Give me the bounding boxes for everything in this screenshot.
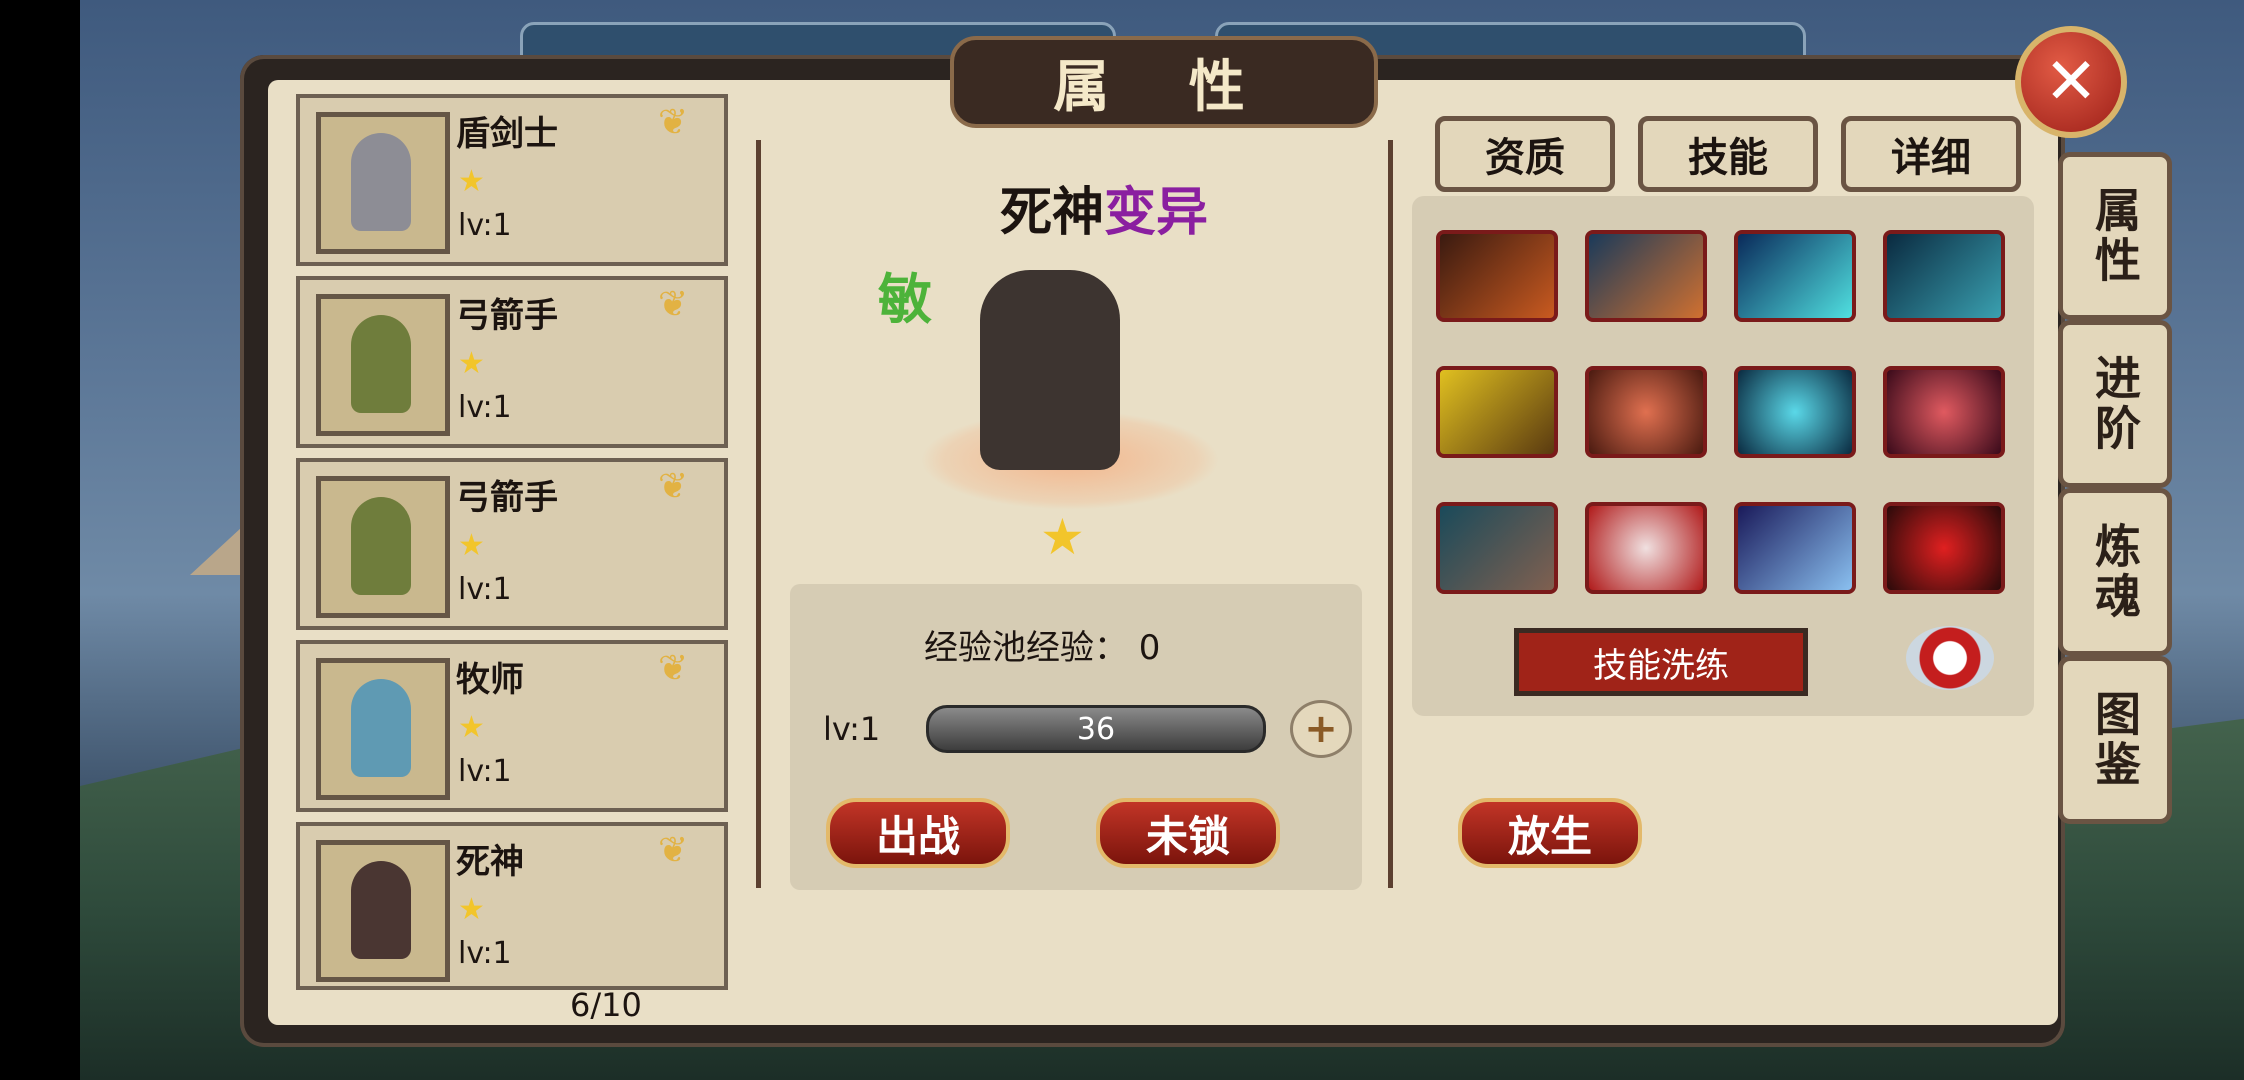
priest-icon	[351, 679, 411, 777]
star-icon: ★	[1040, 508, 1085, 566]
exp-bar: 36	[926, 705, 1266, 753]
close-button[interactable]: ✕	[2015, 26, 2127, 138]
fist-strike-icon[interactable]	[1436, 230, 1558, 322]
roster-card[interactable]: 牧师 ★ lv:1 ❦	[296, 640, 728, 812]
roster-card[interactable]: 盾剑士 ★ lv:1 ❦	[296, 94, 728, 266]
reaper-icon	[351, 861, 411, 959]
info-button[interactable]: !	[1906, 626, 1994, 690]
release-button[interactable]: 放生	[1458, 798, 1642, 868]
hero-attribute: 敏	[878, 268, 932, 331]
roster-name: 死神	[456, 842, 524, 882]
corner-ornament-icon: ❦	[658, 648, 689, 689]
tab-details[interactable]: 详细	[1841, 116, 2021, 192]
tab-skills[interactable]: 技能	[1638, 116, 1818, 192]
roster-count: 6/10	[570, 986, 642, 1024]
roster-level: lv:1	[458, 572, 512, 607]
star-icon: ★	[458, 164, 485, 199]
hero-title: 死神变异	[1000, 170, 1208, 245]
archer-icon	[351, 315, 411, 413]
reaper-icon	[980, 270, 1120, 470]
corner-ornament-icon: ❦	[658, 284, 689, 325]
blade-slash-icon[interactable]	[1734, 230, 1856, 322]
roster-card[interactable]: 死神 ★ lv:1 ❦	[296, 822, 728, 990]
star-icon: ★	[458, 528, 485, 563]
roster-name: 弓箭手	[456, 478, 558, 518]
phantom-strike-icon[interactable]	[1436, 502, 1558, 594]
piercing-fist-icon[interactable]	[1585, 230, 1707, 322]
tab-codex[interactable]: 图鉴	[2058, 656, 2172, 824]
cyan-beast-icon[interactable]	[1883, 230, 2005, 322]
hero-portrait	[316, 476, 450, 618]
star-icon: ★	[458, 346, 485, 381]
blood-drop-icon[interactable]	[1883, 502, 2005, 594]
roster-level: lv:1	[458, 208, 512, 243]
archer-icon	[351, 497, 411, 595]
roster-level: lv:1	[458, 390, 512, 425]
roster-card[interactable]: 弓箭手 ★ lv:1 ❦	[296, 458, 728, 630]
star-icon: ★	[458, 710, 485, 745]
hero-portrait	[316, 112, 450, 254]
hero-name: 死神	[1000, 183, 1105, 243]
plus-icon: +	[1304, 706, 1338, 752]
window-title-plate: 属 性	[950, 36, 1378, 128]
divider-left	[756, 140, 761, 888]
add-exp-button[interactable]: +	[1290, 700, 1352, 758]
hero-level: lv:1	[823, 710, 881, 748]
red-shield-icon[interactable]	[1585, 366, 1707, 458]
roster-card[interactable]: 弓箭手 ★ lv:1 ❦	[296, 276, 728, 448]
exclamation-icon: !	[1941, 637, 1959, 679]
exp-pool-text: 经验池经验： 0	[924, 628, 1161, 668]
lock-button[interactable]: 未锁	[1096, 798, 1280, 868]
window-title: 属 性	[1053, 54, 1275, 120]
arrow-pierce-icon[interactable]	[1734, 502, 1856, 594]
deploy-button[interactable]: 出战	[826, 798, 1010, 868]
roster-level: lv:1	[458, 936, 512, 971]
corner-ornament-icon: ❦	[658, 830, 689, 871]
tab-advance[interactable]: 进阶	[2058, 320, 2172, 488]
exp-bar-value: 36	[1076, 711, 1116, 747]
bite-icon[interactable]	[1585, 502, 1707, 594]
star-icon: ★	[458, 892, 485, 927]
hero-portrait	[316, 294, 450, 436]
roster-name: 盾剑士	[456, 114, 558, 154]
tab-attributes[interactable]: 属性	[2058, 152, 2172, 320]
hero-variant: 变异	[1104, 183, 1209, 243]
corner-ornament-icon: ❦	[658, 466, 689, 507]
divider-right	[1388, 140, 1393, 888]
crescent-moon-icon[interactable]	[1734, 366, 1856, 458]
lightning-dash-icon[interactable]	[1436, 366, 1558, 458]
roster-name: 牧师	[456, 660, 524, 700]
hero-portrait	[316, 658, 450, 800]
skill-wash-button[interactable]: 技能洗练	[1514, 628, 1808, 696]
tab-soul-refine[interactable]: 炼魂	[2058, 488, 2172, 656]
hero-portrait	[316, 840, 450, 982]
roster-level: lv:1	[458, 754, 512, 789]
shield-swordsman-icon	[351, 133, 411, 231]
roster-name: 弓箭手	[456, 296, 558, 336]
close-icon: ✕	[2044, 45, 2098, 119]
tab-aptitude[interactable]: 资质	[1435, 116, 1615, 192]
red-vortex-icon[interactable]	[1883, 366, 2005, 458]
corner-ornament-icon: ❦	[658, 102, 689, 143]
